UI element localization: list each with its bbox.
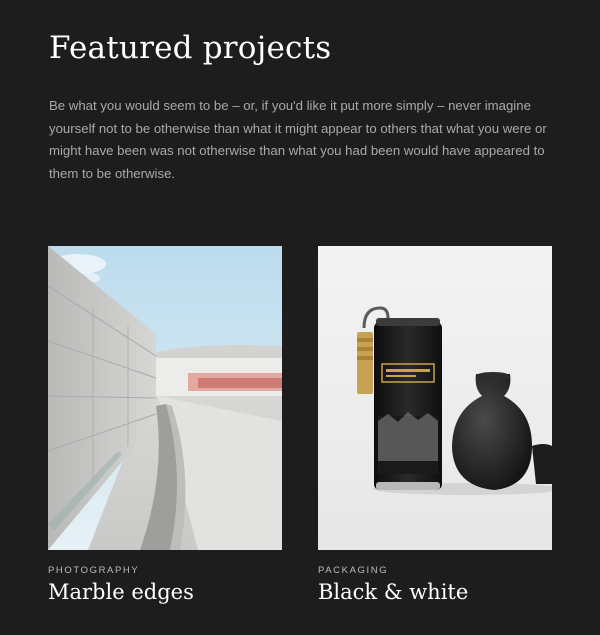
section-title: Featured projects — [49, 30, 332, 66]
project-title[interactable]: Black & white — [318, 580, 552, 604]
project-category: Photography — [48, 565, 140, 576]
project-card-black-white[interactable]: Packaging Black & white — [318, 246, 552, 604]
project-image-marble-edges[interactable] — [48, 246, 282, 550]
project-card-marble-edges[interactable]: Photography Marble edges — [48, 246, 282, 604]
project-image-black-white[interactable] — [318, 246, 552, 550]
section-intro: Be what you would seem to be – or, if yo… — [49, 98, 547, 181]
project-category: Packaging — [318, 565, 389, 576]
project-title[interactable]: Marble edges — [48, 580, 282, 604]
